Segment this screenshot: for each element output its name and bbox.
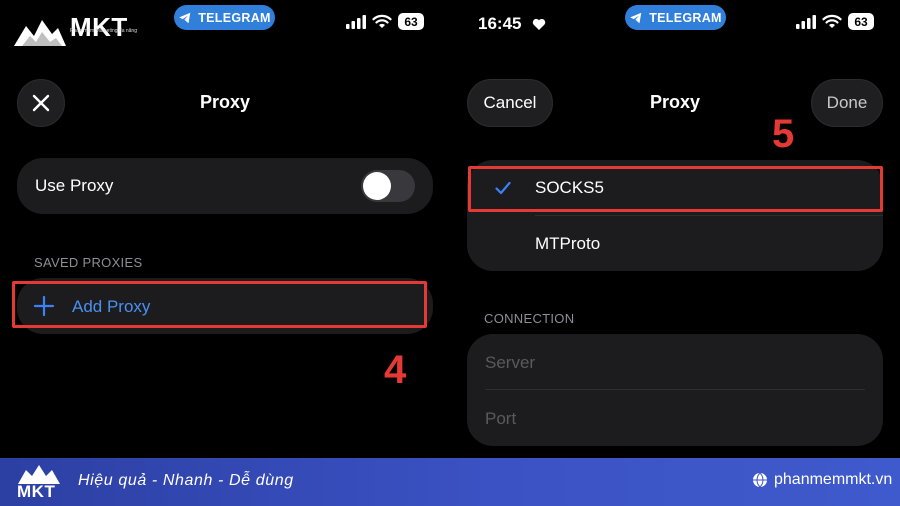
heart-icon	[532, 18, 546, 30]
status-time: 16:45	[478, 14, 522, 33]
battery-indicator: 63	[398, 13, 424, 30]
footer-website[interactable]: phanmemmkt.vn	[752, 471, 892, 489]
wifi-icon	[372, 14, 392, 28]
close-button[interactable]	[17, 79, 65, 127]
step-4-highlight	[12, 281, 427, 328]
connection-header: CONNECTION	[484, 311, 575, 326]
telegram-pill[interactable]: TELEGRAM	[625, 5, 726, 30]
logo-tagline: Phần mềm Marketing đa năng	[70, 28, 137, 34]
telegram-pill-label: TELEGRAM	[198, 10, 271, 25]
telegram-icon	[179, 12, 191, 23]
footer-slogan: Hiệu quả - Nhanh - Dễ dùng	[78, 472, 294, 489]
proxy-settings-screen: 16:45 TELEGRAM 63 Cancel Proxy Done 5 SO…	[450, 0, 900, 458]
status-icons: 63	[796, 13, 874, 30]
telegram-pill-label: TELEGRAM	[649, 10, 722, 25]
saved-proxies-header: SAVED PROXIES	[34, 255, 143, 270]
cellular-signal-icon	[796, 14, 816, 29]
step-5-highlight	[468, 166, 883, 212]
use-proxy-row: Use Proxy	[17, 158, 433, 214]
wifi-icon	[822, 14, 842, 28]
port-placeholder: Port	[485, 409, 517, 428]
port-input[interactable]: Port	[467, 390, 883, 446]
proxy-type-label: MTProto	[535, 234, 601, 253]
footer-brand: MKT	[17, 482, 56, 501]
page-title: Proxy	[200, 92, 251, 112]
close-icon	[32, 94, 50, 112]
status-icons: 63	[346, 13, 424, 30]
battery-indicator: 63	[848, 13, 874, 30]
toggle-knob	[363, 172, 391, 200]
server-placeholder: Server	[485, 353, 536, 372]
footer-banner: MKT Hiệu quả - Nhanh - Dễ dùng phanmemmk…	[0, 458, 900, 506]
cellular-signal-icon	[346, 14, 366, 29]
server-input[interactable]: Server	[467, 334, 883, 389]
telegram-pill[interactable]: TELEGRAM	[174, 5, 275, 30]
use-proxy-label: Use Proxy	[35, 176, 114, 195]
use-proxy-toggle[interactable]	[361, 170, 415, 202]
page-title: Proxy	[650, 92, 701, 112]
mkt-logo-icon	[14, 20, 66, 46]
logo-brand-text: MKT	[70, 12, 128, 42]
footer-website-text: phanmemmkt.vn	[774, 471, 893, 488]
globe-icon	[753, 472, 767, 488]
step-4-label: 4	[384, 348, 407, 392]
telegram-icon	[630, 12, 642, 23]
proxy-type-mtproto[interactable]: MTProto	[467, 216, 883, 271]
connection-fields: Server Port	[467, 334, 883, 446]
done-button[interactable]: Done	[811, 79, 883, 127]
proxy-list-screen: MKT Phần mềm Marketing đa năng TELEGRAM …	[0, 0, 450, 458]
step-5-label: 5	[772, 112, 795, 156]
cancel-button[interactable]: Cancel	[467, 79, 553, 127]
